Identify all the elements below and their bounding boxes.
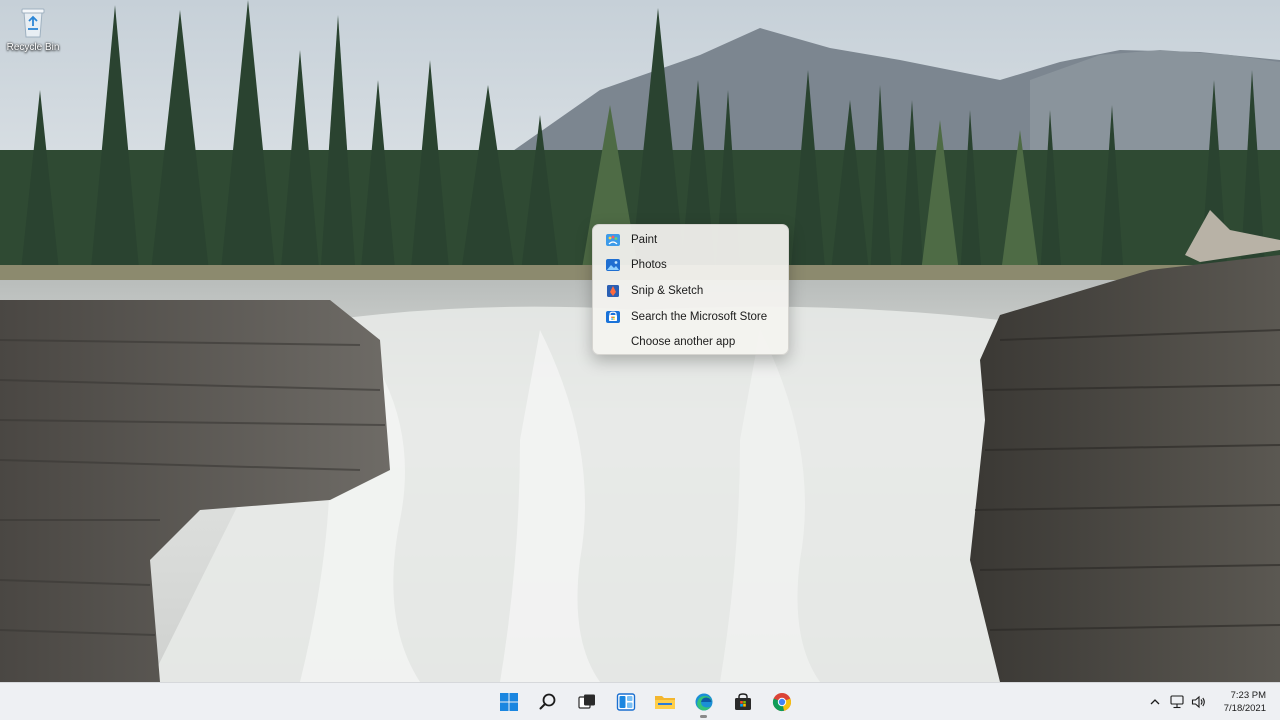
network-icon [1170,695,1184,709]
taskbar-start-button[interactable] [489,684,528,720]
search-icon [539,693,555,710]
task-view-icon [577,694,595,709]
open-with-menu: Paint Photos Snip & Sketch Search the Mi… [592,224,789,355]
paint-icon [605,232,621,248]
taskbar-widgets-button[interactable] [606,684,645,720]
volume-icon [1191,695,1205,709]
snip-sketch-icon [605,283,621,299]
tray-volume-button[interactable] [1188,687,1210,717]
taskbar-file-explorer-button[interactable] [645,684,684,720]
clock-time: 7:23 PM [1230,690,1266,701]
chevron-up-icon [1150,699,1160,705]
taskbar-clock[interactable]: 7:23 PM 7/18/2021 [1224,689,1266,715]
widgets-icon [616,693,635,711]
file-explorer-icon [654,696,675,709]
taskbar-edge-button[interactable] [684,684,723,720]
taskbar-apps [489,683,801,721]
menu-item-paint[interactable]: Paint [593,227,788,253]
desktop-icon-recycle-bin[interactable]: Recycle Bin [2,4,64,64]
taskbar-chrome-button[interactable] [762,684,801,720]
tray-overflow-button[interactable] [1144,687,1166,717]
menu-item-label: Search the Microsoft Store [631,310,768,323]
recycle-bin-icon [21,8,45,38]
running-indicator [700,715,707,718]
taskbar-task-view-button[interactable] [567,684,606,720]
microsoft-store-icon [605,309,621,325]
taskbar: 7:23 PM 7/18/2021 [0,682,1280,720]
menu-item-label: Snip & Sketch [631,284,704,297]
store-icon [734,693,751,710]
menu-item-label: Choose another app [631,336,736,349]
menu-item-search-store[interactable]: Search the Microsoft Store [593,304,788,330]
menu-item-label: Photos [631,259,667,272]
menu-item-choose-another-app[interactable]: Choose another app [593,329,788,355]
menu-item-photos[interactable]: Photos [593,253,788,279]
desktop[interactable]: Recycle Bin Paint Photos Snip & Sketch S… [0,0,1280,682]
clock-date: 7/18/2021 [1223,703,1266,714]
system-tray: 7:23 PM 7/18/2021 [1144,683,1266,721]
windows-start-icon [499,693,518,711]
menu-item-snip-sketch[interactable]: Snip & Sketch [593,278,788,304]
taskbar-store-button[interactable] [723,684,762,720]
photos-icon [605,257,621,273]
chrome-icon [772,693,791,712]
menu-item-label: Paint [631,233,658,246]
tray-network-button[interactable] [1166,687,1188,717]
desktop-icon-label: Recycle Bin [6,42,60,53]
edge-icon [695,693,712,711]
taskbar-search-button[interactable] [528,684,567,720]
